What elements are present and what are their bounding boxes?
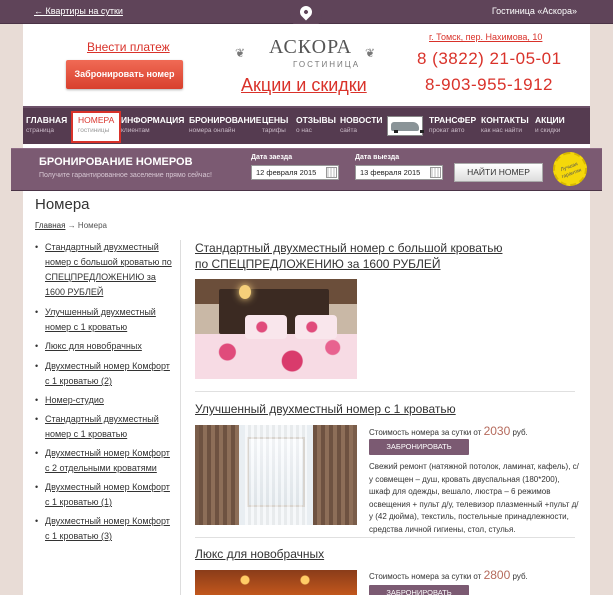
ornament-right-icon: ❦: [365, 46, 376, 60]
page-title: Номера: [35, 196, 90, 213]
breadcrumb-separator: →: [67, 221, 76, 230]
nav-sublabel: прокат авто: [429, 127, 465, 134]
nav-label: КОНТАКТЫ: [481, 115, 529, 125]
price-value: 2030: [483, 424, 511, 438]
sidebar-room-link[interactable]: Стандартный двухместный номер с большой …: [35, 240, 175, 300]
room-title-link[interactable]: Стандартный двухместный номер с большой …: [195, 240, 505, 272]
checkin-date-value: 12 февраля 2015: [256, 168, 317, 177]
room-price: Стоимость номера за сутки от 2800 руб.: [369, 568, 528, 582]
sidebar-room-link[interactable]: Стандартный двухместный номер с 1 кроват…: [35, 412, 175, 442]
breadcrumb-home-link[interactable]: Главная: [35, 221, 65, 230]
book-room-button[interactable]: Забронировать номер: [66, 60, 183, 89]
booking-subtitle: Получите гарантированное заселение прямо…: [39, 172, 212, 179]
calendar-icon[interactable]: [326, 167, 337, 178]
room-photo[interactable]: [195, 570, 357, 595]
sidebar-room-link[interactable]: Люкс для новобрачных: [35, 339, 175, 354]
address-link[interactable]: г. Томск, пер. Нахимова, 10: [429, 32, 542, 42]
sidebar-room-link[interactable]: Двухместный номер Комфорт с 1 кроватью (…: [35, 480, 175, 510]
nav-sublabel: клиентам: [121, 127, 150, 134]
price-prefix: Стоимость номера за сутки от: [369, 572, 482, 581]
booking-bar: БРОНИРОВАНИЕ НОМЕРОВ Получите гарантиров…: [11, 147, 602, 191]
sidebar-room-link[interactable]: Двухместный номер Комфорт с 2 отдельными…: [35, 446, 175, 476]
rooms-sidebar: Стандартный двухместный номер с большой …: [23, 240, 181, 595]
nav-label: ТРАНСФЕР: [429, 115, 477, 125]
page-container: Внести платеж Забронировать номер ❦ АСКО…: [11, 24, 602, 595]
nav-sublabel: страница: [26, 127, 55, 134]
checkin-label: Дата заезда: [251, 154, 293, 161]
phone-number-1: 8 (3822) 21-05-01: [417, 49, 562, 68]
nav-sublabel: гостиницы: [78, 127, 110, 134]
room-title-link[interactable]: Улучшенный двухместный номер с 1 кровать…: [195, 401, 456, 417]
room-photo[interactable]: [195, 425, 357, 525]
nav-item-reviews[interactable]: ОТЗЫВЫ о нас: [296, 111, 336, 143]
room-divider: [195, 537, 575, 538]
guarantee-badge: Лучшая гарантия: [548, 147, 592, 191]
sidebar-room-link[interactable]: Улучшенный двухместный номер с 1 кровать…: [35, 305, 175, 335]
nav-sublabel: тарифы: [262, 127, 286, 134]
logo-subtitle: ГОСТИНИЦА: [293, 60, 361, 69]
room-photo[interactable]: [195, 279, 357, 379]
checkout-label: Дата выезда: [355, 154, 400, 161]
nav-label: БРОНИРОВАНИЕ: [189, 115, 262, 125]
sidebar-room-link[interactable]: Номер-студио: [35, 393, 175, 408]
nav-label: ОТЗЫВЫ: [296, 115, 336, 125]
sidebar-room-link[interactable]: Двухместный номер Комфорт с 1 кроватью (…: [35, 514, 175, 544]
promotions-link[interactable]: Акции и скидки: [241, 75, 367, 96]
phone-number-2: 8-903-955-1912: [425, 75, 553, 94]
checkout-date-value: 13 февраля 2015: [360, 168, 421, 177]
calendar-icon[interactable]: [430, 167, 441, 178]
nav-item-transfer[interactable]: ТРАНСФЕР прокат авто: [429, 111, 476, 143]
ornament-left-icon: ❦: [235, 46, 246, 60]
nav-label: АКЦИИ: [535, 115, 565, 125]
price-currency: руб.: [512, 572, 528, 581]
breadcrumb-current: Номера: [77, 221, 107, 230]
nav-sublabel: сайта: [340, 127, 358, 134]
nav-item-promotions[interactable]: АКЦИИ и скидки: [535, 111, 565, 143]
nav-item-rooms[interactable]: НОМЕРА гостиницы: [71, 111, 122, 143]
room-divider: [195, 391, 575, 392]
nav-label: ИНФОРМАЦИЯ: [121, 115, 185, 125]
nav-sublabel: номера онлайн: [189, 127, 236, 134]
nav-sublabel: о нас: [296, 127, 312, 134]
book-room-button[interactable]: ЗАБРОНИРОВАТЬ: [369, 585, 469, 595]
checkout-date-field[interactable]: 13 февраля 2015: [355, 165, 443, 180]
main-nav: ГЛАВНАЯ страница НОМЕРА гостиницы ИНФОРМ…: [23, 106, 590, 144]
nav-label: НОВОСТИ: [340, 115, 383, 125]
book-room-button[interactable]: ЗАБРОНИРОВАТЬ: [369, 439, 469, 455]
nav-sublabel: и скидки: [535, 127, 561, 134]
nav-item-prices[interactable]: ЦЕНЫ тарифы: [262, 111, 288, 143]
checkin-date-field[interactable]: 12 февраля 2015: [251, 165, 339, 180]
price-prefix: Стоимость номера за сутки от: [369, 428, 482, 437]
sidebar-room-link[interactable]: Двухместный номер Комфорт с 1 кроватью (…: [35, 359, 175, 389]
room-price: Стоимость номера за сутки от 2030 руб.: [369, 424, 528, 438]
header: Внести платеж Забронировать номер ❦ АСКО…: [23, 24, 590, 106]
back-to-apartments-link[interactable]: ← Квартиры на сутки: [34, 6, 123, 16]
find-room-button[interactable]: НАЙТИ НОМЕР: [454, 163, 543, 182]
room-description: Свежий ремонт (натяжной потолок, ламинат…: [369, 462, 579, 534]
room-title-link[interactable]: Люкс для новобрачных: [195, 546, 324, 562]
price-value: 2800: [483, 568, 511, 582]
nav-sublabel: как нас найти: [481, 127, 522, 134]
nav-item-news[interactable]: НОВОСТИ сайта: [340, 111, 383, 143]
logo-title[interactable]: АСКОРА: [269, 36, 352, 59]
nav-label: ГЛАВНАЯ: [26, 115, 68, 125]
nav-label: НОМЕРА: [78, 115, 115, 125]
hotel-name-label: Гостиница «Аскора»: [491, 6, 577, 16]
nav-item-booking[interactable]: БРОНИРОВАНИЕ номера онлайн: [189, 111, 261, 143]
nav-item-info[interactable]: ИНФОРМАЦИЯ клиентам: [121, 111, 184, 143]
nav-item-contacts[interactable]: КОНТАКТЫ как нас найти: [481, 111, 529, 143]
breadcrumb: Главная → Номера: [35, 221, 107, 230]
nav-label: ЦЕНЫ: [262, 115, 289, 125]
price-currency: руб.: [512, 428, 528, 437]
booking-title: БРОНИРОВАНИЕ НОМЕРОВ: [39, 156, 193, 168]
nav-item-home[interactable]: ГЛАВНАЯ страница: [26, 111, 67, 143]
car-icon[interactable]: [387, 116, 424, 136]
make-payment-link[interactable]: Внести платеж: [87, 40, 170, 54]
